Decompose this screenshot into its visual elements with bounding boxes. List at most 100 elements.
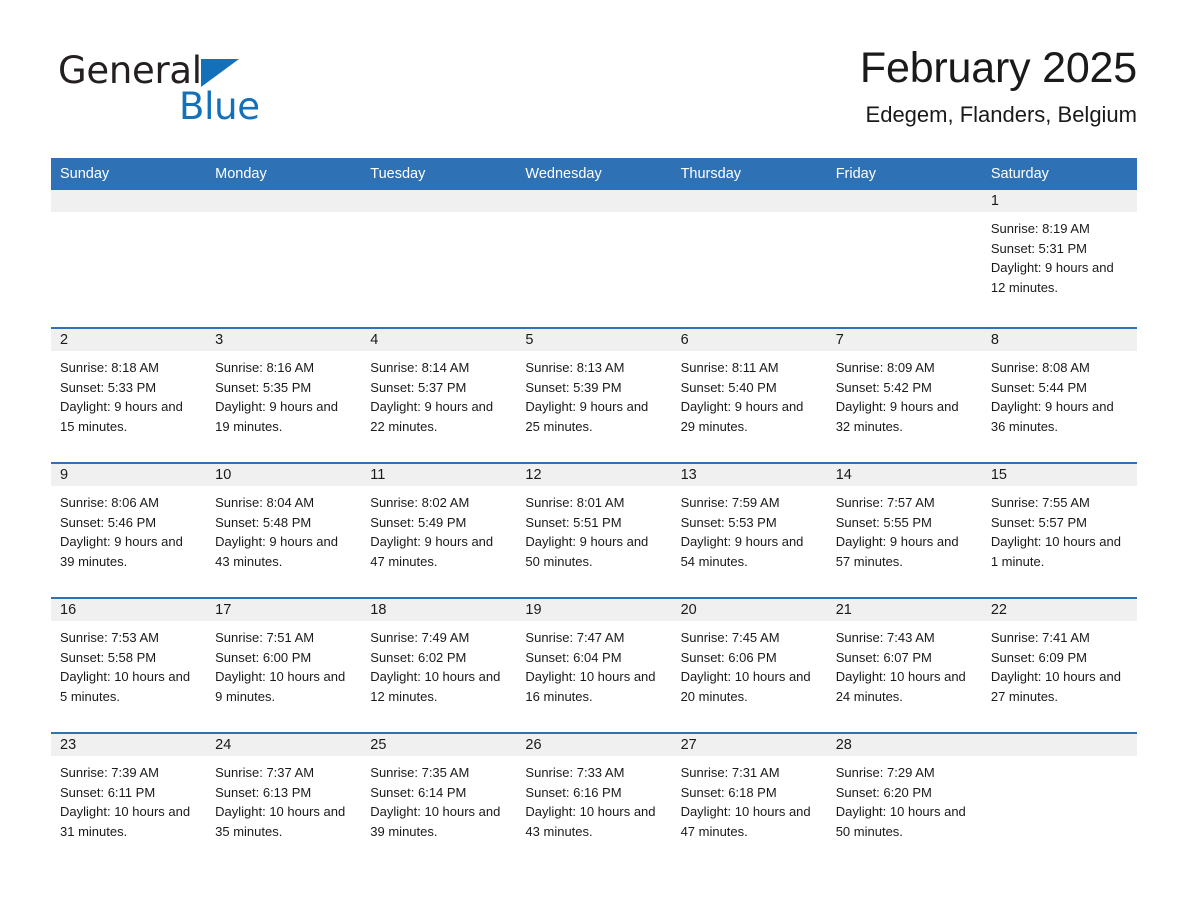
sunrise-text: Sunrise: 7:39 AM: [60, 765, 159, 780]
day-details: Sunrise: 8:02 AM Sunset: 5:49 PM Daylight:…: [361, 486, 516, 571]
calendar-day-cell[interactable]: 9 Sunrise: 8:06 AM Sunset: 5:46 PM Daylight…: [51, 462, 207, 598]
day-cell-inner: 24 Sunrise: 7:37 AM Sunset: 6:13 PM Dayligh…: [206, 734, 362, 841]
calendar-day-cell[interactable]: 18 Sunrise: 7:49 AM Sunset: 6:02 PM Dayligh…: [361, 597, 517, 733]
day-details: Sunrise: 7:37 AM Sunset: 6:13 PM Daylight:…: [206, 756, 361, 841]
day-details: Sunrise: 8:09 AM Sunset: 5:42 PM Daylight:…: [827, 351, 982, 436]
weekday-header-saturday: Saturday: [981, 158, 1137, 190]
day-cell-inner: 6 Sunrise: 8:11 AM Sunset: 5:40 PM Daylight…: [671, 329, 827, 436]
calendar-day-cell[interactable]: 20 Sunrise: 7:45 AM Sunset: 6:06 PM Dayligh…: [671, 597, 827, 733]
sunrise-text: Sunrise: 7:57 AM: [835, 495, 935, 510]
calendar-day-cell[interactable]: 13 Sunrise: 7:59 AM Sunset: 5:53 PM Dayligh…: [671, 462, 827, 598]
daylight-text: Daylight: 10 hours and 1 minute.: [990, 534, 1121, 569]
calendar-day-cell[interactable]: 25 Sunrise: 7:35 AM Sunset: 6:14 PM Dayligh…: [361, 732, 517, 863]
weekday-header-tuesday: Tuesday: [361, 158, 517, 190]
sunset-text: Sunset: 6:07 PM: [835, 649, 932, 665]
day-number: [206, 190, 362, 212]
calendar-day-cell[interactable]: 3 Sunrise: 8:16 AM Sunset: 5:35 PM Daylight…: [206, 327, 362, 463]
calendar-day-cell[interactable]: 26 Sunrise: 7:33 AM Sunset: 6:16 PM Dayligh…: [516, 732, 672, 863]
sunrise-text: Sunrise: 7:51 AM: [215, 630, 315, 645]
sunset-text: Sunset: 6:06 PM: [680, 649, 777, 665]
calendar-day-cell[interactable]: 17 Sunrise: 7:51 AM Sunset: 6:00 PM Dayligh…: [206, 597, 362, 733]
calendar-day-cell[interactable]: 14 Sunrise: 7:57 AM Sunset: 5:55 PM Dayligh…: [826, 462, 982, 598]
day-cell-inner: 1 Sunrise: 8:19 AM Sunset: 5:31 PM Daylight…: [981, 190, 1137, 297]
calendar-day-cell[interactable]: 21 Sunrise: 7:43 AM Sunset: 6:07 PM Dayligh…: [826, 597, 982, 733]
day-number: 4: [361, 329, 517, 351]
sunrise-text: Sunrise: 7:55 AM: [990, 495, 1090, 510]
day-number: 16: [51, 599, 207, 621]
day-cell-inner: [516, 190, 672, 212]
calendar-day-cell[interactable]: 5 Sunrise: 8:13 AM Sunset: 5:39 PM Daylight…: [516, 327, 672, 463]
sunset-text: Sunset: 5:35 PM: [215, 379, 312, 395]
sunset-text: Sunset: 6:16 PM: [525, 784, 622, 800]
calendar-day-cell[interactable]: 28 Sunrise: 7:29 AM Sunset: 6:20 PM Dayligh…: [826, 732, 982, 863]
sunset-text: Sunset: 6:18 PM: [680, 784, 777, 800]
sunset-text: Sunset: 6:02 PM: [370, 649, 467, 665]
day-details: Sunrise: 8:18 AM Sunset: 5:33 PM Daylight:…: [51, 351, 206, 436]
day-cell-inner: 9 Sunrise: 8:06 AM Sunset: 5:46 PM Daylight…: [51, 464, 207, 571]
calendar-day-cell[interactable]: 12 Sunrise: 8:01 AM Sunset: 5:51 PM Dayligh…: [516, 462, 672, 598]
sunrise-text: Sunrise: 7:41 AM: [990, 630, 1090, 645]
sunset-text: Sunset: 6:11 PM: [60, 784, 156, 800]
calendar-day-cell[interactable]: 16 Sunrise: 7:53 AM Sunset: 5:58 PM Dayligh…: [51, 597, 207, 733]
day-cell-inner: 3 Sunrise: 8:16 AM Sunset: 5:35 PM Daylight…: [206, 329, 362, 436]
day-cell-inner: 14 Sunrise: 7:57 AM Sunset: 5:55 PM Dayligh…: [826, 464, 982, 571]
calendar-day-cell[interactable]: 27 Sunrise: 7:31 AM Sunset: 6:18 PM Dayligh…: [671, 732, 827, 863]
calendar-day-cell[interactable]: 22 Sunrise: 7:41 AM Sunset: 6:09 PM Dayligh…: [981, 597, 1137, 733]
sunset-text: Sunset: 6:04 PM: [525, 649, 622, 665]
day-number: 21: [826, 599, 982, 621]
sunrise-text: Sunrise: 8:18 AM: [60, 360, 159, 375]
day-details: Sunrise: 7:47 AM Sunset: 6:04 PM Daylight:…: [516, 621, 671, 706]
daylight-text: Daylight: 10 hours and 39 minutes.: [370, 804, 501, 839]
daylight-text: Daylight: 10 hours and 20 minutes.: [680, 669, 811, 704]
sunset-text: Sunset: 5:33 PM: [60, 379, 157, 395]
sunrise-text: Sunrise: 7:43 AM: [835, 630, 935, 645]
sunrise-text: Sunrise: 7:35 AM: [370, 765, 470, 780]
day-number: [516, 190, 672, 212]
day-cell-inner: 13 Sunrise: 7:59 AM Sunset: 5:53 PM Dayligh…: [671, 464, 827, 571]
calendar-day-cell[interactable]: 8 Sunrise: 8:08 AM Sunset: 5:44 PM Daylight…: [981, 327, 1137, 463]
daylight-text: Daylight: 9 hours and 29 minutes.: [680, 399, 804, 434]
sunset-text: Sunset: 5:46 PM: [60, 514, 157, 530]
calendar-day-cell[interactable]: 10 Sunrise: 8:04 AM Sunset: 5:48 PM Dayligh…: [206, 462, 362, 598]
day-cell-inner: 25 Sunrise: 7:35 AM Sunset: 6:14 PM Dayligh…: [361, 734, 517, 841]
sunrise-text: Sunrise: 7:37 AM: [215, 765, 315, 780]
calendar-day-cell[interactable]: 15 Sunrise: 7:55 AM Sunset: 5:57 PM Dayligh…: [981, 462, 1137, 598]
day-details: Sunrise: 8:19 AM Sunset: 5:31 PM Daylight:…: [982, 212, 1137, 297]
generalblue-logo: General Blue: [51, 44, 351, 130]
day-cell-inner: [206, 190, 362, 212]
day-details: Sunrise: 7:59 AM Sunset: 5:53 PM Daylight:…: [672, 486, 827, 571]
day-details: Sunrise: 8:11 AM Sunset: 5:40 PM Daylight:…: [672, 351, 827, 436]
calendar-day-cell-empty: [206, 190, 362, 328]
calendar-day-cell-empty: [361, 190, 517, 328]
sunset-text: Sunset: 6:00 PM: [215, 649, 312, 665]
daylight-text: Daylight: 10 hours and 9 minutes.: [215, 669, 346, 704]
day-cell-inner: 23 Sunrise: 7:39 AM Sunset: 6:11 PM Dayligh…: [51, 734, 207, 841]
sunrise-text: Sunrise: 7:33 AM: [525, 765, 625, 780]
sunset-text: Sunset: 6:20 PM: [835, 784, 932, 800]
calendar-day-cell[interactable]: 11 Sunrise: 8:02 AM Sunset: 5:49 PM Dayligh…: [361, 462, 517, 598]
day-cell-inner: 7 Sunrise: 8:09 AM Sunset: 5:42 PM Daylight…: [826, 329, 982, 436]
calendar-week-row: 9 Sunrise: 8:06 AM Sunset: 5:46 PM Daylight…: [51, 462, 1137, 598]
day-number: 5: [516, 329, 672, 351]
sunrise-text: Sunrise: 8:02 AM: [370, 495, 470, 510]
daylight-text: Daylight: 10 hours and 24 minutes.: [835, 669, 966, 704]
calendar-day-cell[interactable]: 2 Sunrise: 8:18 AM Sunset: 5:33 PM Daylight…: [51, 327, 207, 463]
day-details: Sunrise: 8:04 AM Sunset: 5:48 PM Daylight:…: [206, 486, 361, 571]
calendar-day-cell[interactable]: 24 Sunrise: 7:37 AM Sunset: 6:13 PM Dayligh…: [206, 732, 362, 863]
calendar-day-cell[interactable]: 19 Sunrise: 7:47 AM Sunset: 6:04 PM Dayligh…: [516, 597, 672, 733]
day-cell-inner: [826, 190, 982, 212]
calendar-week-row: 16 Sunrise: 7:53 AM Sunset: 5:58 PM Dayligh…: [51, 597, 1137, 733]
day-details: Sunrise: 8:13 AM Sunset: 5:39 PM Daylight:…: [516, 351, 671, 436]
day-cell-inner: 12 Sunrise: 8:01 AM Sunset: 5:51 PM Dayligh…: [516, 464, 672, 571]
calendar-day-cell[interactable]: 6 Sunrise: 8:11 AM Sunset: 5:40 PM Daylight…: [671, 327, 827, 463]
calendar-day-cell[interactable]: 23 Sunrise: 7:39 AM Sunset: 6:11 PM Dayligh…: [51, 732, 207, 863]
day-cell-inner: 15 Sunrise: 7:55 AM Sunset: 5:57 PM Dayligh…: [981, 464, 1137, 571]
day-details: Sunrise: 7:39 AM Sunset: 6:11 PM Daylight:…: [51, 756, 206, 841]
calendar-day-cell[interactable]: 7 Sunrise: 8:09 AM Sunset: 5:42 PM Daylight…: [826, 327, 982, 463]
calendar-day-cell[interactable]: 1 Sunrise: 8:19 AM Sunset: 5:31 PM Daylight…: [981, 190, 1137, 328]
day-number: 25: [361, 734, 517, 756]
day-cell-inner: 19 Sunrise: 7:47 AM Sunset: 6:04 PM Dayligh…: [516, 599, 672, 706]
day-number: [981, 734, 1137, 756]
calendar-day-cell[interactable]: 4 Sunrise: 8:14 AM Sunset: 5:37 PM Daylight…: [361, 327, 517, 463]
day-number: 14: [826, 464, 982, 486]
